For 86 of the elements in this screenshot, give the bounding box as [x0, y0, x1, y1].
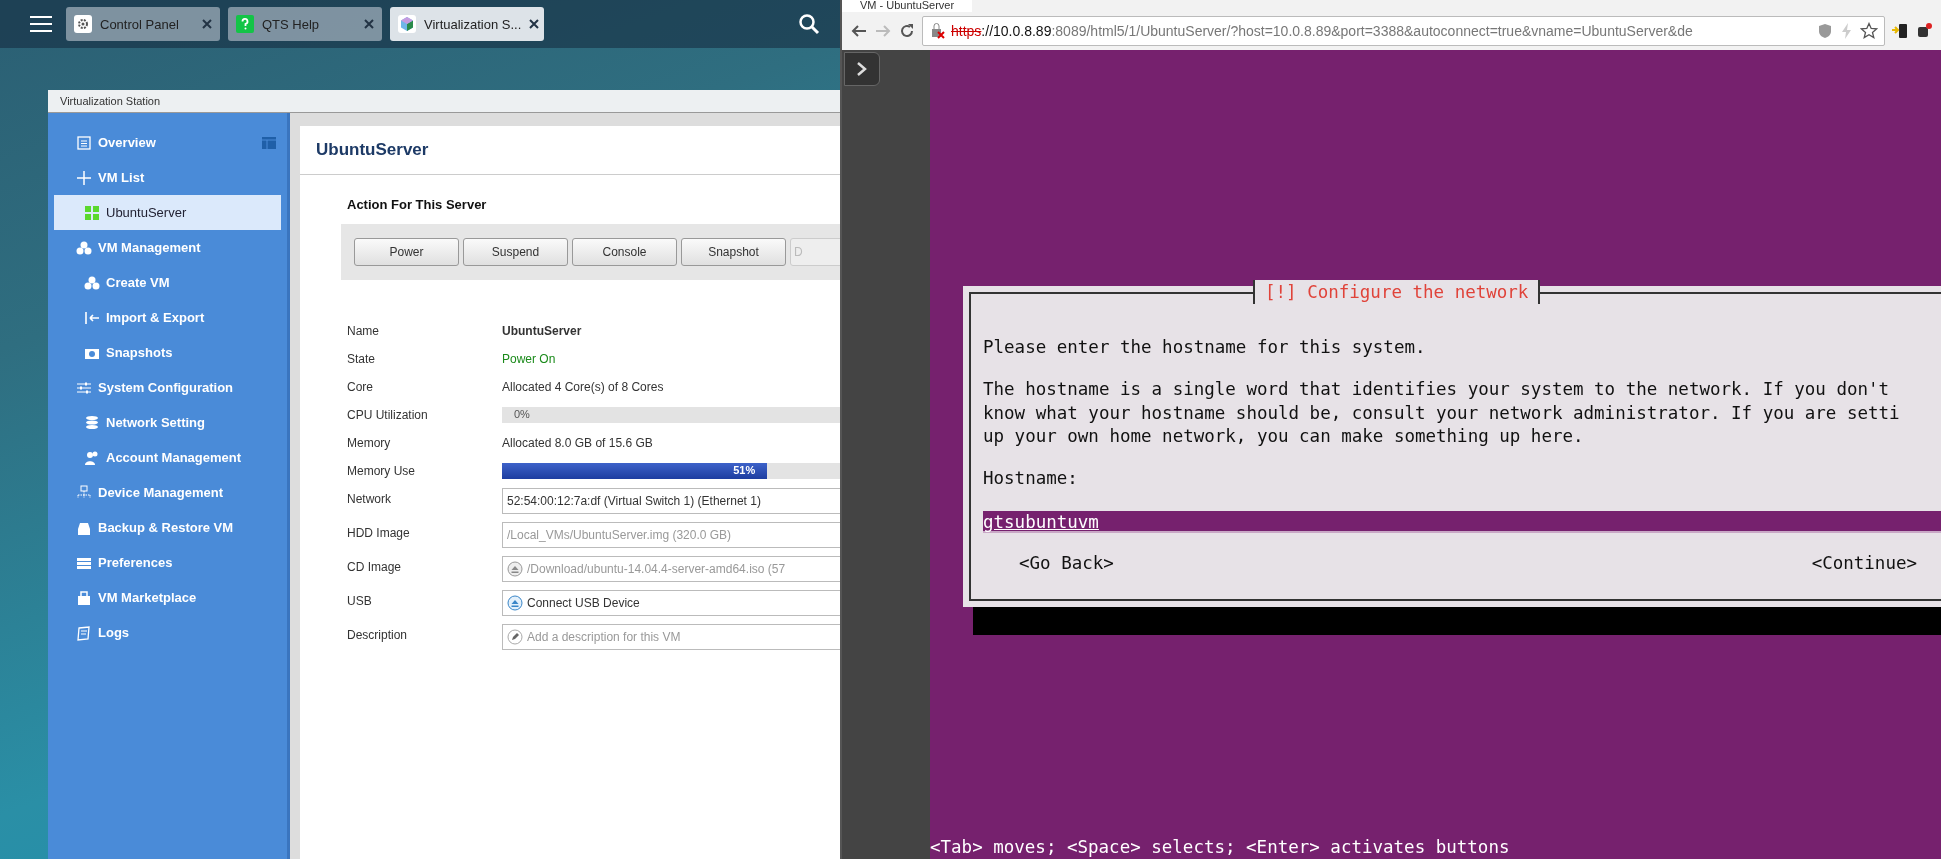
users-icon [84, 449, 100, 466]
key-hint: <Tab> moves; <Space> selects; <Enter> activates buttons [930, 837, 1511, 857]
question-icon [236, 15, 254, 33]
detail-label: HDD Image [347, 525, 411, 542]
sidebar-item[interactable]: Snapshots [54, 335, 281, 370]
hostname-field[interactable]: gtsubuntuvm [983, 510, 1941, 533]
sidebar-item[interactable]: System Configuration [54, 370, 281, 405]
meter-reading: 51% [733, 464, 756, 476]
dialog-title: [!] Configure the network [1253, 280, 1541, 304]
dialog-button[interactable]: <Continue> [1811, 552, 1917, 573]
field-label: Hostname: [983, 467, 1079, 490]
sidebar-item[interactable]: Create VM [54, 265, 281, 300]
sidebar-item[interactable]: Device Management [54, 475, 281, 510]
action-button[interactable]: Console [572, 238, 677, 266]
sidebar-item[interactable]: Network Setting [54, 405, 281, 440]
plus-icon [76, 169, 92, 186]
description-field[interactable]: Add a description for this VM [502, 624, 840, 650]
close-icon[interactable] [364, 19, 374, 29]
sidebar-item[interactable]: Account Management [54, 440, 281, 475]
dialog-text: The hostname is a single word that identifies your system to the network. If you don't know what your hostname should be, consult your network administrator. If you are setti up your own home network, you can make something up here. [983, 378, 1901, 448]
sidebar-item[interactable]: VM Management [54, 230, 281, 265]
close-icon[interactable] [202, 19, 212, 29]
gear-icon [74, 15, 92, 33]
sidebar-item[interactable]: Backup & Restore VM [54, 510, 281, 545]
usb-field[interactable]: Connect USB Device [502, 590, 840, 616]
pencil-icon [507, 629, 523, 645]
action-button[interactable]: Suspend [463, 238, 568, 266]
dialog-button[interactable]: <Go Back> [1019, 552, 1114, 573]
detail-value: UbuntuServer [502, 323, 583, 338]
sidebar-item[interactable]: Logs [54, 615, 281, 650]
chevron-icon [855, 61, 869, 77]
cube-icon [398, 15, 416, 33]
sidebar-item[interactable]: Preferences [54, 545, 281, 580]
network-field[interactable]: 52:54:00:12:7a:df (Virtual Switch 1) (Ethernet 1) [502, 488, 840, 514]
sidebar-item[interactable]: VM Marketplace [54, 580, 281, 615]
detail-label: CPU Utilization [347, 407, 429, 424]
app-tab[interactable]: QTS Help [228, 7, 382, 41]
hdd-image-field: /Local_VMs/UbuntuServer.img (320.0 GB) [502, 522, 840, 548]
detail-label: Memory Use [347, 463, 416, 480]
star-icon[interactable] [1860, 22, 1878, 40]
app-tab[interactable]: Virtualization S... [390, 7, 544, 41]
detail-label: Core [347, 379, 374, 396]
section-heading: Action For This Server [347, 197, 488, 212]
search-icon[interactable] [798, 13, 820, 35]
detail-label: Network [347, 491, 392, 508]
sidebar-item[interactable]: Import & Export [54, 300, 281, 335]
address-bar[interactable]: https://10.0.8.89:8089/html5/1/UbuntuServer/?host=10.0.8.89&port=3388&autoconnect=true&vname=UbuntuServer&de [922, 16, 1885, 46]
phone-icon[interactable] [1891, 22, 1909, 40]
close-icon[interactable] [529, 19, 540, 29]
action-button[interactable]: Power [354, 238, 459, 266]
cd-image-field[interactable]: /Download/ubuntu-14.04.4-server-amd64.iso (57 [502, 556, 840, 582]
shield-icon[interactable] [1816, 22, 1834, 40]
list-icon [76, 134, 92, 151]
sidebar-item[interactable]: Overview [54, 125, 281, 160]
reload-icon[interactable] [898, 22, 916, 40]
detail-label: USB [347, 593, 373, 610]
notes-icon [76, 624, 92, 641]
detail-value: Power On [502, 351, 557, 366]
detail-label: CD Image [347, 559, 403, 576]
eject-icon[interactable] [507, 561, 523, 577]
detail-value: Allocated 8.0 GB of 15.6 GB [502, 435, 654, 450]
meter-reading: 0% [514, 408, 530, 420]
window-title: Virtualization Station [48, 90, 840, 113]
menu-icon[interactable] [30, 15, 52, 33]
browser-tab[interactable]: VM - UbuntuServer [842, 0, 973, 12]
expand-button[interactable] [844, 52, 880, 86]
sidebar-item[interactable]: VM List [54, 160, 281, 195]
detail-label: Description [347, 627, 409, 644]
detail-label: State [347, 351, 377, 368]
detail-label: Name [347, 323, 380, 340]
import-icon [84, 309, 100, 326]
cluster-icon [84, 274, 100, 291]
detail-label: Memory [347, 435, 392, 452]
app-tab[interactable]: Control Panel [66, 7, 220, 41]
insecure-lock-icon [929, 22, 947, 40]
url-text: https://10.0.8.89:8089/html5/1/UbuntuServer/?host=10.0.8.89&port=3388&autoconnect=true&vname=UbuntuServer&de [951, 23, 1694, 39]
action-button[interactable]: Snapshot [681, 238, 786, 266]
plug-icon[interactable] [1915, 22, 1933, 40]
eject-icon[interactable] [507, 595, 523, 611]
bag-icon [76, 589, 92, 606]
detail-value: Allocated 4 Core(s) of 8 Cores [502, 379, 665, 394]
grid-icon [84, 204, 100, 221]
cluster-icon [76, 239, 92, 256]
sidebar-item[interactable]: UbuntuServer [54, 195, 281, 230]
dialog-text: Please enter the hostname for this system. [983, 336, 1427, 359]
database-icon [84, 414, 100, 431]
